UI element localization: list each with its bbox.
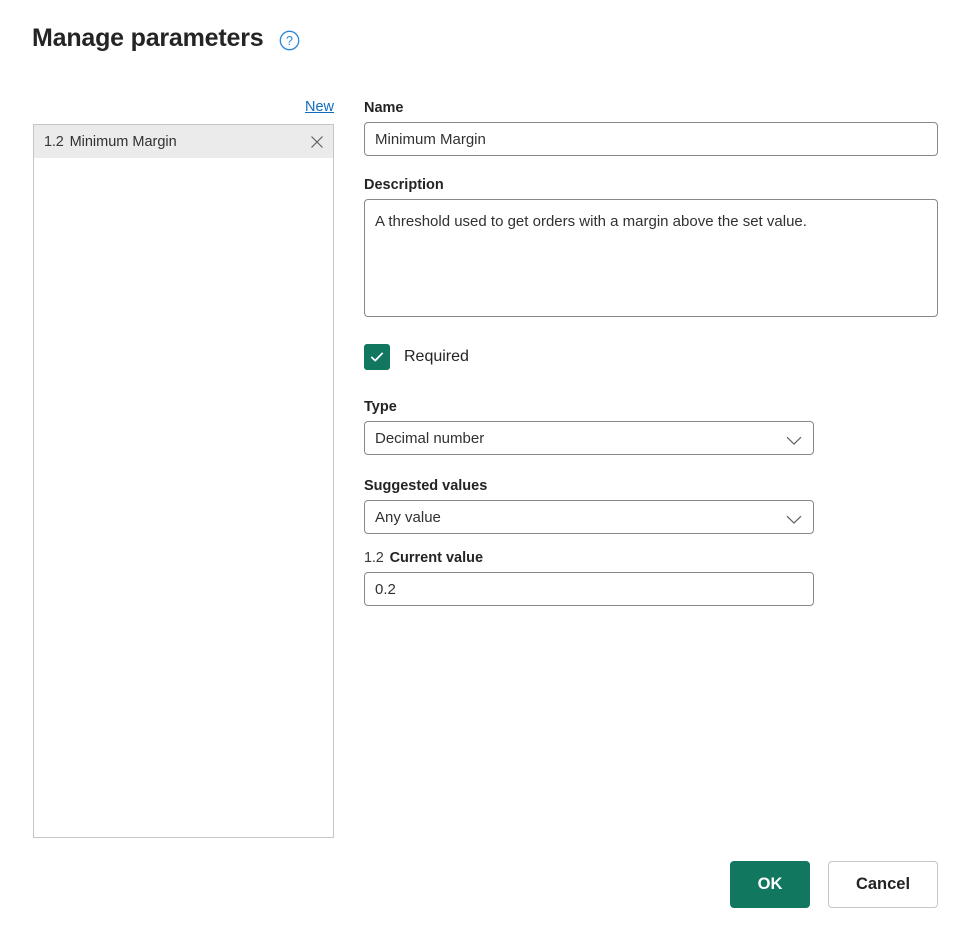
type-label: Type <box>364 399 938 415</box>
type-dropdown-value[interactable]: Decimal number <box>364 421 814 455</box>
type-dropdown[interactable]: Decimal number <box>364 421 814 455</box>
parameter-form: Name Description Required Type Decimal n… <box>364 100 938 606</box>
current-value-label-row: 1.2 Current value <box>364 550 938 566</box>
new-parameter-row: New <box>33 98 334 116</box>
list-item-label: Minimum Margin <box>70 134 310 150</box>
close-icon[interactable] <box>310 135 324 149</box>
dialog-header: Manage parameters ? <box>32 26 300 51</box>
suggested-values-dropdown[interactable]: Any value <box>364 500 814 534</box>
current-value-input[interactable] <box>364 572 814 606</box>
list-item[interactable]: 1.2 Minimum Margin <box>34 125 333 158</box>
page-title: Manage parameters <box>32 26 263 51</box>
dialog-footer: OK Cancel <box>730 861 938 908</box>
current-value-label: Current value <box>390 550 483 566</box>
description-label: Description <box>364 177 938 193</box>
required-label: Required <box>404 348 469 366</box>
name-input[interactable] <box>364 122 938 156</box>
help-circle-icon[interactable]: ? <box>279 30 300 51</box>
checkbox-box[interactable] <box>364 344 390 370</box>
parameter-list[interactable]: 1.2 Minimum Margin <box>33 124 334 838</box>
type-field-group: Type Decimal number <box>364 399 938 455</box>
name-label: Name <box>364 100 938 116</box>
required-checkbox[interactable]: Required <box>364 344 534 370</box>
cancel-button[interactable]: Cancel <box>828 861 938 908</box>
description-field-group: Description <box>364 177 938 322</box>
current-value-field-group: 1.2 Current value <box>364 550 938 606</box>
description-textarea[interactable] <box>364 199 938 317</box>
ok-button[interactable]: OK <box>730 861 810 908</box>
suggested-values-label: Suggested values <box>364 478 938 494</box>
svg-text:?: ? <box>286 34 293 48</box>
decimal-number-type-icon: 1.2 <box>364 550 384 566</box>
decimal-number-type-icon: 1.2 <box>44 134 64 150</box>
name-field-group: Name <box>364 100 938 156</box>
suggested-values-field-group: Suggested values Any value <box>364 478 938 534</box>
new-parameter-link[interactable]: New <box>305 99 334 115</box>
suggested-values-dropdown-value[interactable]: Any value <box>364 500 814 534</box>
